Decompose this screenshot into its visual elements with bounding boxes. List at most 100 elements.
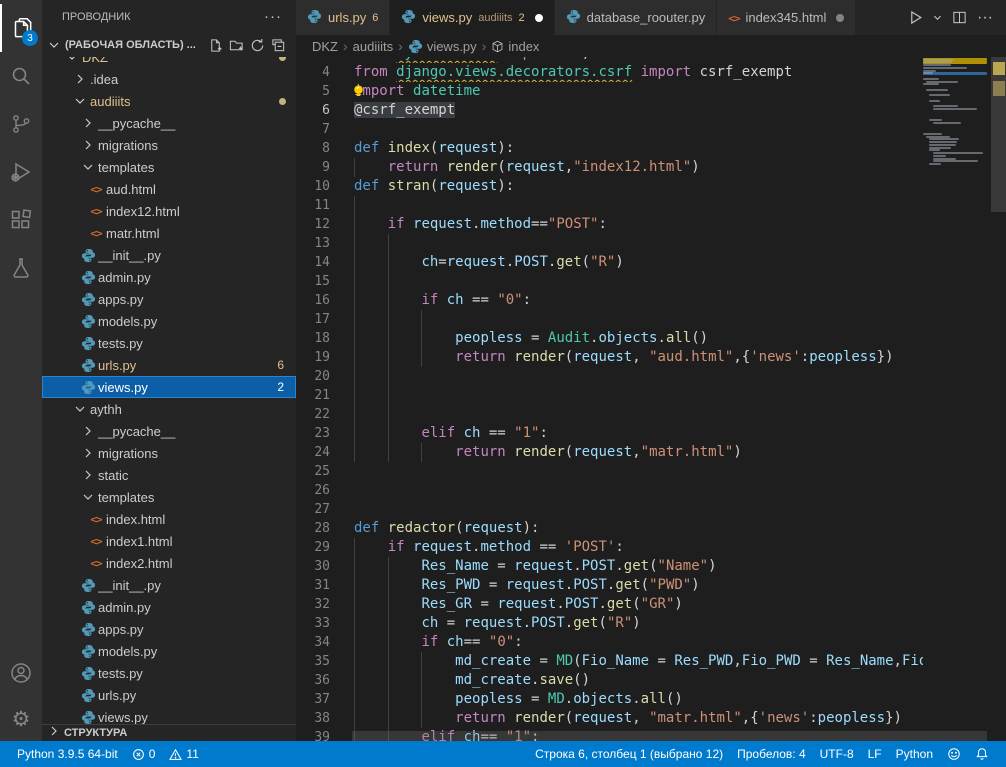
code-line-11[interactable]: 11 <box>296 196 923 215</box>
code-line-18[interactable]: 18 peopless = Audit.objects.all() <box>296 329 923 348</box>
tab-modified-dot[interactable] <box>535 14 543 22</box>
code-line-9[interactable]: 9 return render(request,"index12.html") <box>296 158 923 177</box>
status-python-3-9-5-64-bit[interactable]: Python 3.9.5 64-bit <box>10 741 125 767</box>
tree-item-apps-py[interactable]: apps.py <box>42 618 296 640</box>
tree-item-tests-py[interactable]: tests.py <box>42 332 296 354</box>
code-line-20[interactable]: 20 <box>296 367 923 386</box>
code-line-27[interactable]: 27 <box>296 500 923 519</box>
run-dropdown-icon[interactable] <box>930 7 944 29</box>
status-python[interactable]: Python <box>889 741 940 767</box>
code-line-30[interactable]: 30 Res_Name = request.POST.get("Name") <box>296 557 923 576</box>
lightbulb-icon[interactable] <box>354 84 365 101</box>
code-line-31[interactable]: 31 Res_PWD = request.POST.get("PWD") <box>296 576 923 595</box>
code-line-6[interactable]: 6@csrf_exempt <box>296 101 923 120</box>
code-editor[interactable]: 3from aythh.models import MD,Audit4from … <box>296 57 1006 741</box>
code-line-15[interactable]: 15 <box>296 272 923 291</box>
code-line-7[interactable]: 7 <box>296 120 923 139</box>
status-error[interactable]: 0 <box>125 741 163 767</box>
code-line-23[interactable]: 23 elif ch == "1": <box>296 424 923 443</box>
breadcrumb-item-audiiits[interactable]: audiiits <box>353 39 393 54</box>
new-file-icon[interactable] <box>205 35 225 55</box>
tree-item--idea[interactable]: .idea <box>42 68 296 90</box>
code-line-19[interactable]: 19 return render(request, "aud.html",{'n… <box>296 348 923 367</box>
tree-item--init-py[interactable]: __init__.py <box>42 244 296 266</box>
tab-modified-dot[interactable] <box>836 14 844 22</box>
tab-urls.py[interactable]: urls.py6 <box>296 0 389 35</box>
more-actions-icon[interactable]: ··· <box>974 7 996 29</box>
status-utf-8[interactable]: UTF-8 <box>813 741 861 767</box>
code-line-35[interactable]: 35 md_create = MD(Fio_Name = Res_PWD,Fio… <box>296 652 923 671</box>
activitybar-testing-icon[interactable] <box>0 244 42 292</box>
code-line-25[interactable]: 25 <box>296 462 923 481</box>
tree-item-aythh[interactable]: aythh <box>42 398 296 420</box>
activitybar-manage-icon[interactable]: ⚙ <box>0 695 42 743</box>
tree-item-templates[interactable]: templates <box>42 156 296 178</box>
code-line-34[interactable]: 34 if ch== "0": <box>296 633 923 652</box>
activitybar-explorer-icon[interactable]: 3 <box>0 4 42 52</box>
tab-database_roouter.py[interactable]: database_roouter.py <box>555 0 717 35</box>
code-line-8[interactable]: 8def index(request): <box>296 139 923 158</box>
code-line-36[interactable]: 36 md_create.save() <box>296 671 923 690</box>
tree-item-views-py[interactable]: views.py <box>42 706 296 724</box>
horizontal-scrollbar[interactable] <box>352 731 987 741</box>
tree-item-views-py[interactable]: views.py2 <box>42 376 296 398</box>
run-python-file-button[interactable] <box>904 7 926 29</box>
tree-item-apps-py[interactable]: apps.py <box>42 288 296 310</box>
tree-item-matr-html[interactable]: <>matr.html <box>42 222 296 244</box>
code-line-28[interactable]: 28def redactor(request): <box>296 519 923 538</box>
code-line-32[interactable]: 32 Res_GR = request.POST.get("GR") <box>296 595 923 614</box>
tree-item-index2-html[interactable]: <>index2.html <box>42 552 296 574</box>
vertical-scrollbar[interactable] <box>991 57 1006 212</box>
code-line-17[interactable]: 17 <box>296 310 923 329</box>
tree-item-templates[interactable]: templates <box>42 486 296 508</box>
breadcrumb-item-DKZ[interactable]: DKZ <box>312 39 338 54</box>
tree-item-admin-py[interactable]: admin.py <box>42 266 296 288</box>
code-line-14[interactable]: 14 ch=request.POST.get("R") <box>296 253 923 272</box>
tree-item--pycache-[interactable]: __pycache__ <box>42 420 296 442</box>
refresh-icon[interactable] <box>247 35 267 55</box>
code-line-24[interactable]: 24 return render(request,"matr.html") <box>296 443 923 462</box>
code-line-38[interactable]: 38 return render(request, "matr.html",{'… <box>296 709 923 728</box>
tree-item-models-py[interactable]: models.py <box>42 310 296 332</box>
tree-item--pycache-[interactable]: __pycache__ <box>42 112 296 134</box>
tree-item-index-html[interactable]: <>index.html <box>42 508 296 530</box>
code-line-22[interactable]: 22 <box>296 405 923 424</box>
code-line-29[interactable]: 29 if request.method == 'POST': <box>296 538 923 557</box>
activitybar-search-icon[interactable] <box>0 52 42 100</box>
sidebar-more-actions-icon[interactable]: ··· <box>264 8 282 25</box>
tree-item-tests-py[interactable]: tests.py <box>42 662 296 684</box>
code-line-4[interactable]: 4from django.views.decorators.csrf impor… <box>296 63 923 82</box>
code-line-13[interactable]: 13 <box>296 234 923 253</box>
tree-item-migrations[interactable]: migrations <box>42 442 296 464</box>
activitybar-accounts-icon[interactable] <box>0 649 42 697</box>
activitybar-run-debug-icon[interactable] <box>0 148 42 196</box>
status-warning[interactable]: 11 <box>162 741 205 767</box>
code-line-12[interactable]: 12 if request.method=="POST": <box>296 215 923 234</box>
tree-item-admin-py[interactable]: admin.py <box>42 596 296 618</box>
breadcrumb-item-index[interactable]: index <box>491 39 539 54</box>
tree-item--init-py[interactable]: __init__.py <box>42 574 296 596</box>
tab-views.py[interactable]: views.pyaudiiits2 <box>390 0 553 35</box>
breadcrumb-item-views.py[interactable]: views.py <box>408 39 477 54</box>
code-line-16[interactable]: 16 if ch == "0": <box>296 291 923 310</box>
activitybar-source-control-icon[interactable] <box>0 100 42 148</box>
tree-item-models-py[interactable]: models.py <box>42 640 296 662</box>
code-line-21[interactable]: 21 <box>296 386 923 405</box>
tree-item-DKZ[interactable]: DKZ <box>42 57 296 68</box>
tree-item-index12-html[interactable]: <>index12.html <box>42 200 296 222</box>
tree-item-migrations[interactable]: migrations <box>42 134 296 156</box>
tree-item-static[interactable]: static <box>42 464 296 486</box>
tab-index345.html[interactable]: <>index345.html <box>717 0 855 35</box>
outline-section-header[interactable]: СТРУКТУРА <box>42 724 296 741</box>
code-line-10[interactable]: 10def stran(request): <box>296 177 923 196</box>
status-bell[interactable] <box>968 741 996 767</box>
tree-item-urls-py[interactable]: urls.py6 <box>42 354 296 376</box>
tree-item-audiiits[interactable]: audiiits <box>42 90 296 112</box>
status-feedback[interactable] <box>940 741 968 767</box>
tree-item-urls-py[interactable]: urls.py <box>42 684 296 706</box>
code-line-26[interactable]: 26 <box>296 481 923 500</box>
new-folder-icon[interactable] <box>226 35 246 55</box>
status-lf[interactable]: LF <box>861 741 889 767</box>
status-пробелов-4[interactable]: Пробелов: 4 <box>730 741 813 767</box>
collapse-all-icon[interactable] <box>268 35 288 55</box>
